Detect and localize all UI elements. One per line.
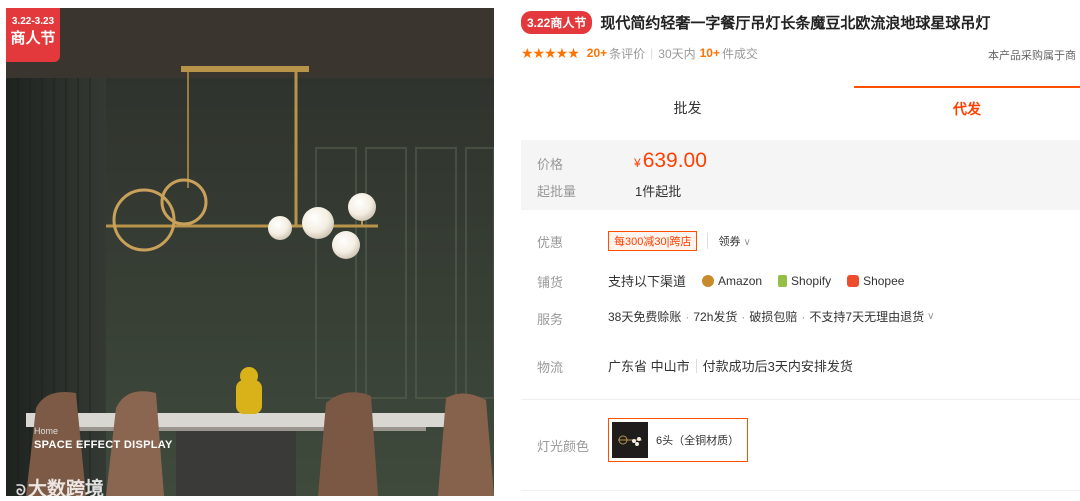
price-label: 价格 xyxy=(537,157,564,172)
shipping-time: 付款成功后3天内安排发货 xyxy=(702,359,853,374)
product-title: 现代简约轻奢一字餐厅吊灯长条魔豆北欧流浪地球星球吊灯 xyxy=(600,13,991,32)
service-item: 72h发货 xyxy=(693,310,738,324)
channel-amazon[interactable]: Amazon xyxy=(702,274,762,288)
price-box: 价格 ¥639.00 起批量 1件起批 xyxy=(521,140,1080,210)
rating-row: ★★★★★ 20+ 条评价 | 30天内 10+ 件成交 xyxy=(521,44,758,62)
service-body[interactable]: 38天免费赊账 · 72h发货 · 破损包赔 · 不支持7天无理由退货 ∨ xyxy=(608,308,934,325)
divider: | xyxy=(650,46,654,60)
get-coupon-label: 领券 xyxy=(718,236,741,248)
chevron-down-icon[interactable]: ∨ xyxy=(927,311,934,322)
light-color-label: 灯光颜色 xyxy=(537,439,590,454)
distribution-row: 铺货 支持以下渠道 Amazon Shopify Shopee xyxy=(521,268,1080,292)
shopee-icon xyxy=(847,274,860,287)
period-label: 30天内 xyxy=(658,46,696,61)
promo-tag: 3.22商人节 xyxy=(521,10,593,34)
image-caption-main: SPACE EFFECT DISPLAY xyxy=(34,439,173,451)
logistics-body: 广东省 中山市 付款成功后3天内安排发货 xyxy=(608,356,853,375)
distribution-body: 支持以下渠道 Amazon Shopify Shopee xyxy=(608,271,904,290)
product-main-image[interactable]: 3.22-3.23 商人节 Home SPACE EFFECT DISPLAY … xyxy=(6,8,494,496)
variant-thumbnail xyxy=(612,422,648,458)
product-photo xyxy=(6,8,494,496)
divider xyxy=(695,358,697,373)
tab-wholesale[interactable]: 批发 xyxy=(521,86,854,130)
logistics-label: 物流 xyxy=(537,360,564,375)
review-count[interactable]: 20+ xyxy=(587,46,607,60)
get-coupon-button[interactable]: 领券 ∨ xyxy=(718,233,750,249)
watermark-logo-icon: ᘐ xyxy=(16,482,26,496)
channel-shopify[interactable]: Shopify xyxy=(778,274,831,288)
distribution-label: 铺货 xyxy=(537,275,564,290)
promo-badge-dates: 3.22-3.23 xyxy=(11,16,55,27)
section-divider xyxy=(521,399,1080,400)
separator-dot: · xyxy=(801,309,806,324)
promo-badge-name: 商人节 xyxy=(10,30,56,47)
watermark: ᘐ 大数跨境 xyxy=(16,474,104,496)
moq-label: 起批量 xyxy=(537,184,577,199)
amazon-icon xyxy=(702,274,715,287)
channel-shopee[interactable]: Shopee xyxy=(847,274,904,288)
distribution-intro: 支持以下渠道 xyxy=(608,274,687,289)
watermark-text: 大数跨境 xyxy=(27,479,104,496)
currency-symbol: ¥ xyxy=(634,156,641,170)
variant-option-selected[interactable]: 6头（全铜材质） xyxy=(608,418,748,462)
separator-dot: · xyxy=(685,309,690,324)
divider xyxy=(707,233,709,249)
variant-thumbnail-image xyxy=(612,422,648,458)
logistics-row: 物流 广东省 中山市 付款成功后3天内安排发货 xyxy=(521,353,1080,377)
purchase-note: 本产品采购属于商 xyxy=(988,50,1076,62)
rating-stars-icon: ★★★★★ xyxy=(521,44,580,61)
promo-label: 优惠 xyxy=(537,235,564,250)
channel-shopee-label: Shopee xyxy=(863,273,905,288)
deal-label: 件成交 xyxy=(721,46,758,61)
chevron-down-icon: ∨ xyxy=(743,237,751,248)
channel-shopify-label: Shopify xyxy=(791,273,832,288)
purchase-mode-tabs: 批发 代发 xyxy=(521,86,1080,130)
price-value: ¥639.00 xyxy=(634,149,707,173)
product-detail-panel: 3.22商人节 现代简约轻奢一字餐厅吊灯长条魔豆北欧流浪地球星球吊灯 ★★★★★… xyxy=(521,0,1080,501)
channel-amazon-label: Amazon xyxy=(718,273,763,288)
promo-row: 优惠 每300减30|跨店 领券 ∨ xyxy=(521,228,1080,252)
moq-value: 1件起批 xyxy=(635,184,682,199)
service-label: 服务 xyxy=(537,312,564,327)
variant-option-label: 6头（全铜材质） xyxy=(656,435,740,447)
coupon-tag[interactable]: 每300减30|跨店 xyxy=(608,231,698,251)
review-label[interactable]: 条评价 xyxy=(609,45,645,62)
service-row: 服务 38天免费赊账 · 72h发货 · 破损包赔 · 不支持7天无理由退货 ∨ xyxy=(521,305,1080,329)
promo-body: 每300减30|跨店 领券 ∨ xyxy=(608,231,751,251)
price-amount: 639.00 xyxy=(642,149,707,172)
light-color-row: 灯光颜色 xyxy=(521,432,1080,456)
deal-count: 10+ xyxy=(699,46,720,60)
image-caption-small: Home xyxy=(34,426,59,436)
service-item: 38天免费赊账 xyxy=(608,310,682,324)
product-title-row: 3.22商人节 现代简约轻奢一字餐厅吊灯长条魔豆北欧流浪地球星球吊灯 xyxy=(521,10,990,34)
service-item: 破损包赔 xyxy=(749,310,798,324)
shopify-icon xyxy=(778,274,788,287)
separator-dot: · xyxy=(741,309,746,324)
ship-from-location: 广东省 中山市 xyxy=(608,359,690,374)
tab-dropship[interactable]: 代发 xyxy=(854,86,1080,130)
service-item: 不支持7天无理由退货 xyxy=(809,310,925,324)
section-divider xyxy=(521,490,1080,491)
promo-badge: 3.22-3.23 商人节 xyxy=(6,8,60,62)
